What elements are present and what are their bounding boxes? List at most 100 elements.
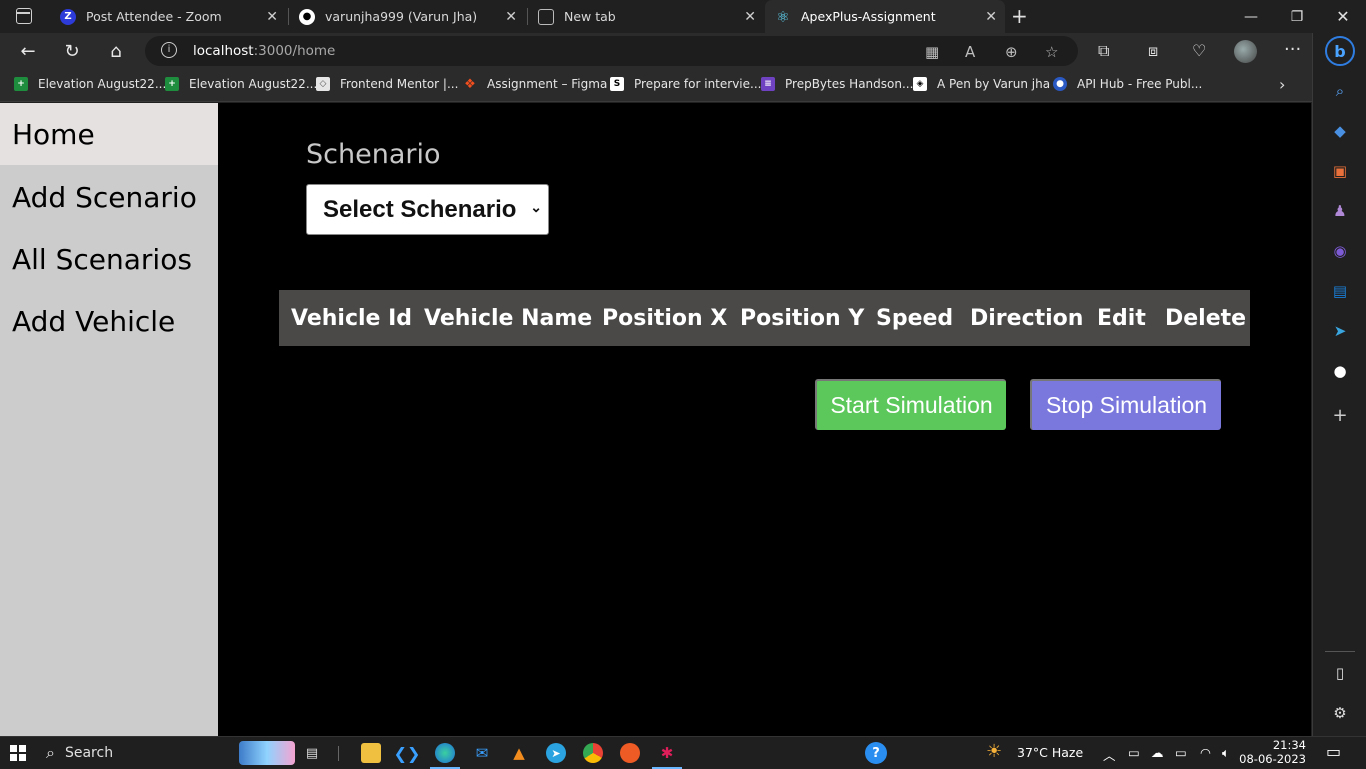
sidebar-toggle-icon[interactable]: ▯ [1330, 663, 1350, 683]
tab-zoom[interactable]: Z Post Attendee - Zoom ✕ [50, 0, 286, 33]
clock-date: 08-06-2023 [1239, 752, 1306, 766]
close-icon[interactable]: ✕ [266, 9, 278, 25]
more-menu-icon[interactable]: ··· [1284, 39, 1301, 60]
page-viewport: Home Add Scenario All Scenarios Add Vehi… [0, 103, 1311, 736]
nav-link-home[interactable]: Home [0, 103, 218, 165]
chevron-up-icon[interactable]: ︿ [1103, 745, 1116, 764]
app-available-icon[interactable]: ▦ [925, 43, 939, 61]
bookmark-item[interactable]: ◈ A Pen by Varun jha [913, 77, 1050, 91]
close-icon[interactable]: ✕ [505, 9, 517, 25]
tab-github[interactable]: ● varunjha999 (Varun Jha) ✕ [289, 0, 525, 33]
telegram-icon[interactable]: ➤ [1330, 321, 1350, 341]
bookmark-label: Elevation August22... [189, 77, 318, 91]
bing-chat-icon[interactable]: b [1325, 36, 1355, 66]
column-header: Direction [970, 305, 1084, 331]
refresh-icon[interactable]: ↻ [60, 39, 84, 63]
tab-title: ApexPlus-Assignment [801, 9, 936, 24]
bookmark-item[interactable]: ≡ PrepBytes Handson... [761, 77, 913, 91]
battery-icon[interactable]: ▭ [1175, 745, 1187, 760]
new-tab-icon[interactable]: + [1011, 4, 1028, 28]
minimize-icon[interactable]: — [1228, 0, 1274, 33]
url-text: localhost:3000/home [193, 43, 335, 59]
bookmark-item[interactable]: ● API Hub - Free Publ... [1053, 77, 1202, 91]
read-aloud-icon[interactable]: A [965, 43, 975, 61]
telegram-icon[interactable]: ➤ [546, 743, 566, 763]
weather-icon[interactable]: ☀ [986, 741, 1002, 762]
search-highlight-icon [239, 741, 295, 765]
apihub-icon: ● [1053, 77, 1067, 91]
home-icon[interactable]: ⌂ [104, 39, 128, 63]
mail-icon[interactable]: ✉ [472, 743, 492, 763]
windows-taskbar: ⌕ Search ▤ ❮❯ ✉ ▲ ➤ ✱ ? ☀ 37°C Haze ︿ ▭ … [0, 736, 1366, 769]
taskbar-clock[interactable]: 21:34 08-06-2023 [1239, 738, 1306, 766]
stop-simulation-button[interactable]: Stop Simulation [1030, 379, 1221, 430]
restore-icon[interactable]: ❐ [1274, 0, 1320, 33]
games-icon[interactable]: ♟ [1330, 201, 1350, 221]
extensions-icon[interactable]: ⧉ [1098, 41, 1109, 61]
weather-text[interactable]: 37°C Haze [1017, 745, 1083, 760]
back-icon[interactable]: ← [16, 39, 40, 63]
divider [338, 746, 339, 761]
profile-avatar[interactable] [1234, 40, 1257, 63]
vscode-icon[interactable]: ❮❯ [394, 743, 421, 763]
tab-apexplus[interactable]: ⚛ ApexPlus-Assignment ✕ [765, 0, 1005, 33]
windows-start-icon[interactable] [10, 745, 26, 761]
column-header: Speed [876, 305, 954, 331]
slack-icon[interactable]: ✱ [652, 743, 682, 769]
nav-link-add-scenario[interactable]: Add Scenario [0, 166, 218, 228]
tab-actions-icon[interactable] [16, 8, 32, 24]
favorite-star-icon[interactable]: ☆ [1045, 43, 1058, 61]
onedrive-icon[interactable]: ☁ [1151, 745, 1164, 760]
postman-icon[interactable] [620, 743, 640, 763]
column-header: Delete [1165, 305, 1247, 331]
bookmark-label: Prepare for intervie... [634, 77, 762, 91]
add-icon[interactable]: + [1330, 405, 1350, 426]
wifi-icon[interactable]: ◠ [1200, 745, 1211, 760]
help-icon[interactable]: ? [865, 742, 887, 764]
scaler-icon: S [610, 77, 624, 91]
meet-now-icon[interactable]: ▭ [1128, 745, 1140, 760]
tab-new-tab[interactable]: New tab ✕ [528, 0, 764, 33]
search-icon[interactable]: ⌕ [1330, 81, 1350, 101]
newtab-icon [538, 8, 554, 25]
start-simulation-button[interactable]: Start Simulation [815, 379, 1006, 430]
notification-icon[interactable]: ▭ [1326, 742, 1341, 761]
close-icon[interactable]: ✕ [744, 9, 756, 25]
outlook-icon[interactable]: ▤ [1330, 281, 1350, 301]
close-icon[interactable]: ✕ [985, 9, 997, 25]
column-header: Vehicle Id [291, 305, 413, 331]
site-info-icon[interactable]: i [161, 42, 177, 58]
vlc-icon[interactable]: ▲ [509, 743, 529, 763]
collections-icon[interactable]: ⧈ [1148, 41, 1158, 61]
settings-gear-icon[interactable]: ⚙ [1330, 703, 1350, 723]
bookmark-label: API Hub - Free Publ... [1077, 77, 1203, 91]
zoom-icon[interactable]: ⊕ [1005, 43, 1018, 61]
shopping-icon[interactable]: ◆ [1330, 121, 1350, 141]
task-view-icon[interactable]: ▤ [302, 743, 322, 763]
microsoft365-icon[interactable]: ◉ [1330, 241, 1350, 261]
chevron-right-icon[interactable]: › [1279, 75, 1285, 94]
nav-link-all-scenarios[interactable]: All Scenarios [0, 228, 218, 290]
nav-link-add-vehicle[interactable]: Add Vehicle [0, 290, 218, 352]
tools-icon[interactable]: ▣ [1330, 161, 1350, 181]
file-explorer-icon[interactable] [361, 743, 381, 763]
edge-icon[interactable] [430, 743, 460, 769]
bookmark-item[interactable]: + Elevation August22... [14, 77, 166, 91]
browser-toolbar: ← ↻ ⌂ i localhost:3000/home ▦ A ⊕ ☆ ⧉ ⧈ … [0, 33, 1312, 69]
bookmark-item[interactable]: + Elevation August22... [165, 77, 317, 91]
url-host: localhost [193, 43, 254, 59]
performance-icon[interactable]: ♡ [1192, 41, 1206, 60]
bookmark-item[interactable]: ◇ Frontend Mentor |... [316, 77, 458, 91]
figma-icon: ❖ [464, 76, 476, 92]
bookmark-item[interactable]: ❖ Assignment – Figma [463, 76, 607, 92]
taskbar-search[interactable]: ⌕ Search [40, 741, 295, 765]
vehicle-table-header: Vehicle Id Vehicle Name Position X Posit… [279, 290, 1250, 346]
volume-icon[interactable]: 🔈︎ [1222, 745, 1230, 761]
github-icon[interactable]: ● [1330, 361, 1350, 381]
clock-time: 21:34 [1272, 738, 1306, 752]
window-close-icon[interactable]: ✕ [1320, 0, 1366, 33]
address-bar[interactable]: i localhost:3000/home ▦ A ⊕ ☆ [145, 36, 1078, 66]
schenario-select[interactable]: Select Schenario ⌄ [306, 184, 549, 235]
bookmark-item[interactable]: S Prepare for intervie... [610, 77, 761, 91]
chrome-icon[interactable] [583, 743, 603, 763]
